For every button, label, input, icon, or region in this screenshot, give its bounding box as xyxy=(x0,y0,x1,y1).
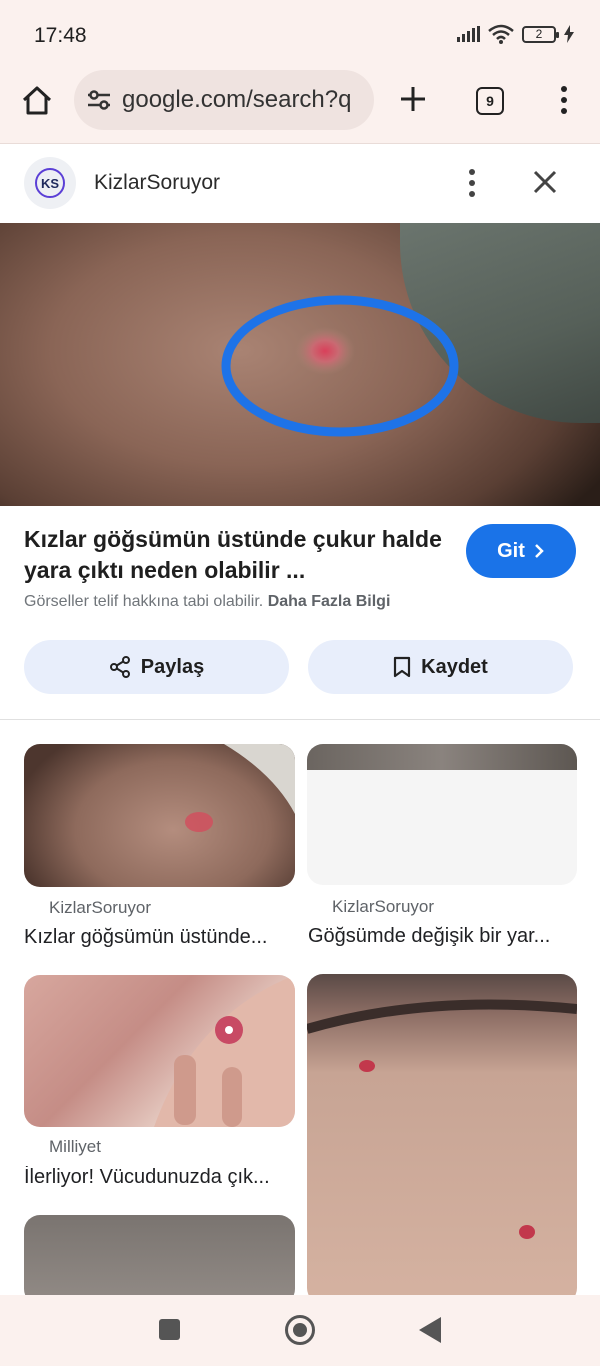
card-title[interactable]: Kızlar göğsümün üstünde... xyxy=(24,926,290,949)
chevron-right-icon xyxy=(535,544,544,558)
tab-count: 9 xyxy=(486,93,494,109)
image-panel-header: KS KizlarSoruyor xyxy=(0,145,600,223)
related-thumbnail[interactable] xyxy=(307,974,577,1304)
more-vert-icon[interactable] xyxy=(462,167,482,199)
share-label: Paylaş xyxy=(140,655,205,678)
site-logo: KS xyxy=(24,157,76,209)
thumbnail-graphic xyxy=(307,999,577,1239)
signal-icon xyxy=(457,26,480,42)
status-bar: 17:48 2 xyxy=(0,0,600,70)
result-title[interactable]: Kızlar göğsümün üstünde çukur halde yara… xyxy=(24,524,444,586)
tune-icon[interactable] xyxy=(86,87,112,113)
url-bar[interactable]: google.com/search?q xyxy=(74,70,374,130)
related-thumbnail[interactable] xyxy=(24,975,295,1127)
tabs-button[interactable]: 9 xyxy=(476,87,504,115)
card-source: Milliyet xyxy=(49,1137,101,1156)
related-thumbnail[interactable] xyxy=(24,1215,295,1305)
save-label: Kaydet xyxy=(421,655,488,678)
card-title[interactable]: İlerliyor! Vücudunuzda çık... xyxy=(24,1166,290,1189)
url-text[interactable]: google.com/search?q xyxy=(122,86,372,114)
card-title[interactable]: Göğsümde değişik bir yar... xyxy=(308,925,570,948)
bookmark-icon xyxy=(394,656,411,678)
status-time: 17:48 xyxy=(34,24,87,47)
related-thumbnail[interactable] xyxy=(307,744,577,885)
more-vert-icon[interactable] xyxy=(552,84,576,116)
copyright-text: Görseller telif hakkına tabi olabilir. xyxy=(24,593,264,610)
close-icon[interactable] xyxy=(530,167,560,197)
home-nav-icon[interactable] xyxy=(285,1315,315,1345)
back-icon[interactable] xyxy=(419,1317,441,1343)
recents-icon[interactable] xyxy=(159,1319,180,1340)
site-logo-text: KS xyxy=(35,168,65,198)
system-nav-bar xyxy=(0,1295,600,1366)
status-icons: 2 xyxy=(457,24,574,44)
preview-image[interactable] xyxy=(0,223,600,506)
divider xyxy=(0,719,600,720)
save-button[interactable]: Kaydet xyxy=(308,640,573,694)
share-icon xyxy=(109,656,130,678)
go-button[interactable]: Git xyxy=(466,524,576,578)
site-name[interactable]: KizlarSoruyor xyxy=(94,171,220,195)
home-icon[interactable] xyxy=(20,84,54,118)
charging-icon xyxy=(564,25,574,43)
more-info-link[interactable]: Daha Fazla Bilgi xyxy=(268,593,391,610)
battery-icon: 2 xyxy=(522,25,559,43)
thumbnail-strip xyxy=(307,744,577,770)
wifi-icon xyxy=(488,24,514,44)
share-button[interactable]: Paylaş xyxy=(24,640,289,694)
thumbnail-graphic xyxy=(154,975,295,1127)
card-source: KizlarSoruyor xyxy=(332,897,435,916)
plus-icon[interactable] xyxy=(398,84,428,114)
thumbnail-graphic xyxy=(185,744,295,832)
go-button-label: Git xyxy=(497,539,525,562)
related-thumbnail[interactable] xyxy=(24,744,295,887)
battery-level: 2 xyxy=(535,27,543,41)
card-source: KizlarSoruyor xyxy=(49,898,152,917)
highlight-graphic xyxy=(221,295,459,437)
browser-toolbar: google.com/search?q 9 xyxy=(0,70,600,144)
copyright-notice: Görseller telif hakkına tabi olabilir. D… xyxy=(24,593,390,611)
